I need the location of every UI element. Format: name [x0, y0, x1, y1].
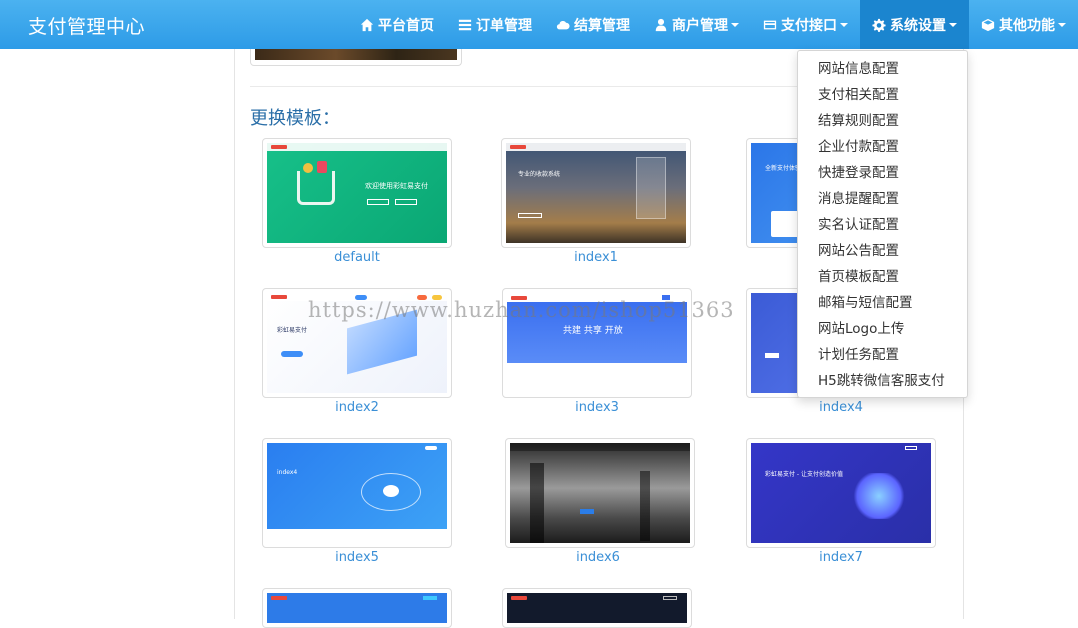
nav-payment-interface-label: 支付接口 — [781, 17, 837, 34]
brand-title[interactable]: 支付管理中心 — [28, 12, 145, 39]
template-headline: 共建 共享 开放 — [563, 326, 623, 336]
template-label[interactable]: index5 — [262, 550, 452, 565]
template-preview-image: 彩虹易支付 — [267, 293, 447, 393]
menu-item-enterprise-payment[interactable]: 企业付款配置 — [798, 134, 967, 160]
template-card-index8[interactable] — [262, 588, 452, 628]
menu-item-email-sms[interactable]: 邮箱与短信配置 — [798, 290, 967, 316]
menu-item-site-notice[interactable]: 网站公告配置 — [798, 238, 967, 264]
template-card-index9[interactable] — [502, 588, 692, 628]
menu-item-message-notify[interactable]: 消息提醒配置 — [798, 186, 967, 212]
menu-item-settlement-rules[interactable]: 结算规则配置 — [798, 108, 967, 134]
home-icon — [360, 18, 374, 32]
template-headline: 彩虹易支付 — [277, 327, 308, 334]
top-navbar: 支付管理中心 平台首页 订单管理 结算管理 商户管理 支付接口 系统设置 其他功… — [0, 0, 1078, 49]
template-preview-image: 共建 共享 开放 — [507, 293, 687, 393]
template-card-index1[interactable]: 专业的收款系统 — [501, 138, 691, 248]
template-label[interactable]: index6 — [503, 550, 693, 565]
menu-item-home-template[interactable]: 首页模板配置 — [798, 264, 967, 290]
gear-icon — [872, 18, 886, 32]
template-headline: 彩虹易支付 - 让支付创造价值 — [765, 471, 843, 478]
nav-merchant[interactable]: 商户管理 — [642, 0, 751, 49]
template-card-index6[interactable] — [505, 438, 695, 548]
nav-orders-label: 订单管理 — [476, 17, 532, 34]
template-card-index3[interactable]: 共建 共享 开放 — [502, 288, 692, 398]
template-card-index5[interactable]: index4 — [262, 438, 452, 548]
nav-other-functions-label: 其他功能 — [999, 17, 1055, 34]
section-title: 更换模板： — [250, 108, 340, 129]
credit-card-icon — [763, 18, 777, 32]
nav-system-settings[interactable]: 系统设置 — [860, 0, 969, 49]
template-card-index2[interactable]: 彩虹易支付 — [262, 288, 452, 398]
template-headline: 欢迎使用彩虹易支付 — [365, 182, 428, 190]
nav-settlement[interactable]: 结算管理 — [544, 0, 642, 49]
nav-orders[interactable]: 订单管理 — [446, 0, 544, 49]
menu-item-quick-login[interactable]: 快捷登录配置 — [798, 160, 967, 186]
cloud-icon — [556, 18, 570, 32]
nav-payment-interface[interactable]: 支付接口 — [751, 0, 860, 49]
nav-home[interactable]: 平台首页 — [348, 0, 446, 49]
template-label[interactable]: default — [262, 250, 452, 265]
menu-item-h5-wechat[interactable]: H5跳转微信客服支付 — [798, 368, 967, 394]
template-preview-image: 彩虹易支付 - 让支付创造价值 — [751, 443, 931, 543]
template-preview-image: 欢迎使用彩虹易支付 — [267, 143, 447, 243]
menu-item-site-info[interactable]: 网站信息配置 — [798, 56, 967, 82]
template-preview-image — [510, 443, 690, 543]
template-label[interactable]: index3 — [502, 400, 692, 415]
chevron-down-icon — [949, 22, 957, 27]
chevron-down-icon — [1058, 22, 1066, 27]
template-headline: 专业的收款系统 — [518, 171, 561, 178]
template-preview-image: 专业的收款系统 — [506, 143, 686, 243]
template-label[interactable]: index2 — [262, 400, 452, 415]
menu-item-logo-upload[interactable]: 网站Logo上传 — [798, 316, 967, 342]
main-nav: 平台首页 订单管理 结算管理 商户管理 支付接口 系统设置 其他功能 — [348, 0, 1078, 49]
system-settings-dropdown: 网站信息配置 支付相关配置 结算规则配置 企业付款配置 快捷登录配置 消息提醒配… — [797, 50, 968, 398]
nav-merchant-label: 商户管理 — [672, 17, 728, 34]
list-icon — [458, 18, 472, 32]
template-label[interactable]: index1 — [501, 250, 691, 265]
template-card-index7[interactable]: 彩虹易支付 - 让支付创造价值 — [746, 438, 936, 548]
menu-item-cron-tasks[interactable]: 计划任务配置 — [798, 342, 967, 368]
nav-system-settings-label: 系统设置 — [890, 17, 946, 34]
user-icon — [654, 18, 668, 32]
template-preview-image: index4 — [267, 443, 447, 543]
template-headline: index4 — [277, 469, 298, 476]
nav-settlement-label: 结算管理 — [574, 17, 630, 34]
nav-home-label: 平台首页 — [378, 17, 434, 34]
chevron-down-icon — [840, 22, 848, 27]
menu-item-realname-auth[interactable]: 实名认证配置 — [798, 212, 967, 238]
template-label[interactable]: index7 — [746, 550, 936, 565]
chevron-down-icon — [731, 22, 739, 27]
nav-other-functions[interactable]: 其他功能 — [969, 0, 1078, 49]
template-card-default[interactable]: 欢迎使用彩虹易支付 — [262, 138, 452, 248]
template-label[interactable]: index4 — [746, 400, 936, 415]
menu-item-payment-config[interactable]: 支付相关配置 — [798, 82, 967, 108]
cube-icon — [981, 18, 995, 32]
